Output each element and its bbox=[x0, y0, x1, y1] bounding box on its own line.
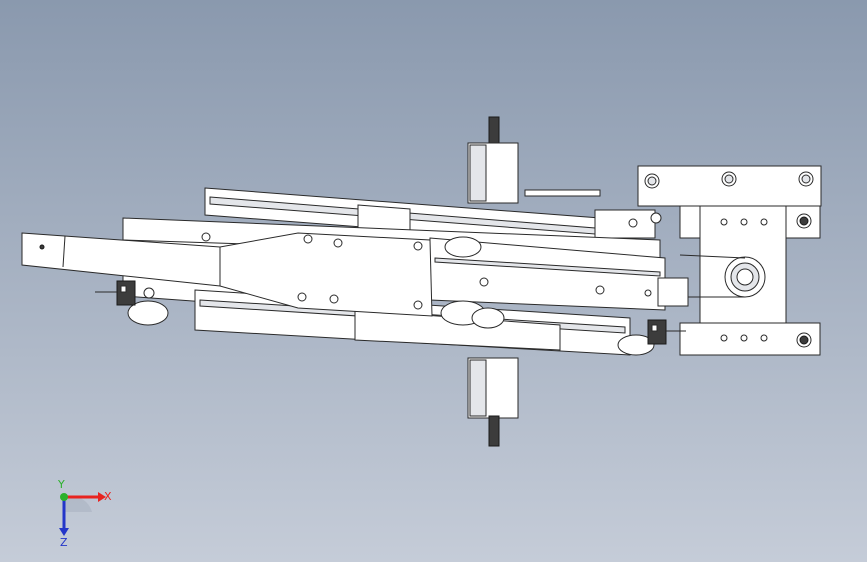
top-shaft-end bbox=[488, 116, 500, 146]
coordinate-triad: X Y Z bbox=[57, 478, 112, 549]
bottom-shaft-end bbox=[488, 415, 500, 447]
cad-graphics-viewport[interactable]: .p { fill:#ffffff; stroke:#2a2a2a; strok… bbox=[0, 0, 867, 562]
left-limit-sensor bbox=[116, 280, 136, 306]
z-axis-arrowhead bbox=[59, 528, 69, 536]
top-bracket-plate bbox=[524, 189, 601, 197]
x-axis-label: X bbox=[104, 490, 112, 503]
z-axis-label: Z bbox=[60, 536, 68, 549]
y-axis-label: Y bbox=[57, 478, 65, 491]
y-axis-marker bbox=[60, 493, 68, 501]
belt-clamp bbox=[657, 277, 689, 307]
right-limit-sensor bbox=[647, 319, 667, 345]
